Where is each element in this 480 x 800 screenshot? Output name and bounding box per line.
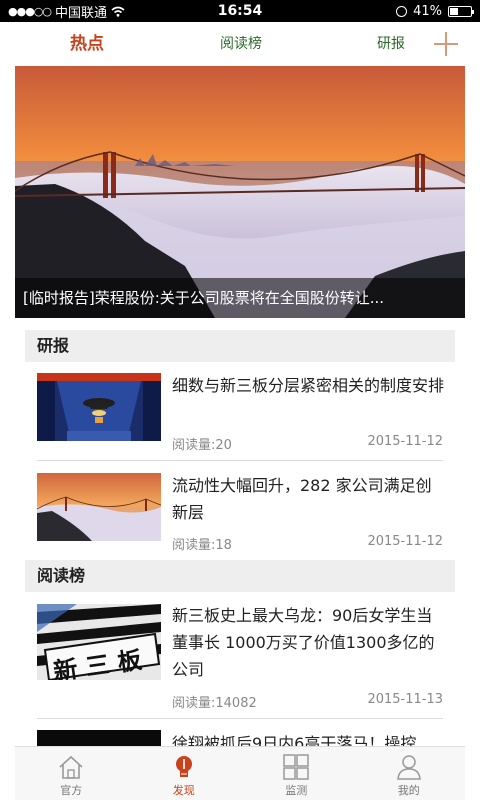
divider bbox=[37, 718, 443, 719]
article-title: 新三板史上最大乌龙：90后女学生当董事长 1000万买了价值1300多亿的公司 bbox=[172, 606, 435, 679]
article-date: 2015-11-13 bbox=[367, 692, 443, 707]
list-item[interactable]: 流动性大幅回升，282 家公司满足创新层 阅读量:18 2015-11-12 bbox=[25, 472, 455, 560]
news-feed: 研报 细数与新三板分层紧密相关的制度安排 阅读量:20 2015-11-12 流… bbox=[0, 318, 480, 746]
tab-label: 官方 bbox=[60, 784, 83, 797]
add-icon[interactable] bbox=[434, 32, 458, 56]
bottom-tab-bar: 官方 发现 监测 我的 bbox=[15, 746, 465, 800]
battery-percent: 41% bbox=[413, 3, 442, 19]
list-item[interactable]: 细数与新三板分层紧密相关的制度安排 阅读量:20 2015-11-12 bbox=[25, 372, 455, 460]
list-item[interactable]: 徐翔被抓后9日内6高干落马！操控 bbox=[25, 730, 455, 746]
article-date: 2015-11-12 bbox=[367, 534, 443, 549]
article-thumbnail: 新 三 板 bbox=[37, 604, 161, 680]
article-meta: 阅读量:20 2015-11-12 bbox=[172, 434, 443, 453]
alarm-icon bbox=[396, 5, 408, 17]
tab-mine[interactable]: 我的 bbox=[353, 747, 466, 800]
hero-banner[interactable]: [临时报告]荣程股份:关于公司股票将在全国股份转让... bbox=[15, 66, 465, 318]
section-header-research: 研报 bbox=[25, 330, 455, 362]
carrier-label: 中国联通 bbox=[55, 5, 108, 21]
wifi-icon bbox=[111, 6, 125, 17]
battery-icon bbox=[448, 5, 474, 17]
home-icon bbox=[59, 755, 83, 779]
bulb-icon bbox=[175, 756, 192, 777]
hero-caption: [临时报告]荣程股份:关于公司股票将在全国股份转让... bbox=[15, 278, 465, 318]
article-thumbnail bbox=[37, 373, 161, 441]
list-item[interactable]: 新 三 板 新三板史上最大乌龙：90后女学生当董事长 1000万买了价值1300… bbox=[25, 602, 455, 714]
read-count: 阅读量:20 bbox=[172, 438, 232, 453]
tab-official[interactable]: 官方 bbox=[15, 747, 128, 800]
article-thumbnail bbox=[37, 473, 161, 541]
status-bar: ●●●○○ 中国联通 16:54 41% bbox=[0, 0, 480, 22]
tab-label: 监测 bbox=[285, 784, 308, 797]
tab-monitor[interactable]: 监测 bbox=[240, 747, 353, 800]
tab-label: 我的 bbox=[397, 784, 420, 797]
person-icon bbox=[396, 755, 421, 780]
clock: 16:54 bbox=[217, 3, 263, 19]
grid-icon bbox=[283, 754, 309, 780]
article-date: 2015-11-12 bbox=[367, 434, 443, 449]
article-meta: 阅读量:14082 2015-11-13 bbox=[172, 692, 443, 711]
tab-label: 发现 bbox=[172, 784, 195, 797]
signal-icon: ●●●○○ bbox=[8, 4, 52, 18]
article-meta: 阅读量:18 2015-11-12 bbox=[172, 534, 443, 553]
article-thumbnail bbox=[37, 730, 161, 746]
article-title: 细数与新三板分层紧密相关的制度安排 bbox=[172, 376, 445, 395]
tab-discover[interactable]: 发现 bbox=[128, 747, 241, 800]
tab-research[interactable]: 研报 bbox=[377, 22, 405, 66]
tab-reading-rank[interactable]: 阅读榜 bbox=[220, 22, 262, 66]
article-title: 流动性大幅回升，282 家公司满足创新层 bbox=[172, 476, 432, 522]
section-header-reading-rank: 阅读榜 bbox=[25, 560, 455, 592]
read-count: 阅读量:14082 bbox=[172, 696, 257, 711]
tab-hot[interactable]: 热点 bbox=[70, 22, 104, 66]
divider bbox=[37, 460, 443, 461]
read-count: 阅读量:18 bbox=[172, 538, 232, 553]
article-title: 徐翔被抓后9日内6高干落马！操控 bbox=[172, 734, 417, 746]
top-nav: 热点 阅读榜 研报 bbox=[0, 22, 480, 66]
